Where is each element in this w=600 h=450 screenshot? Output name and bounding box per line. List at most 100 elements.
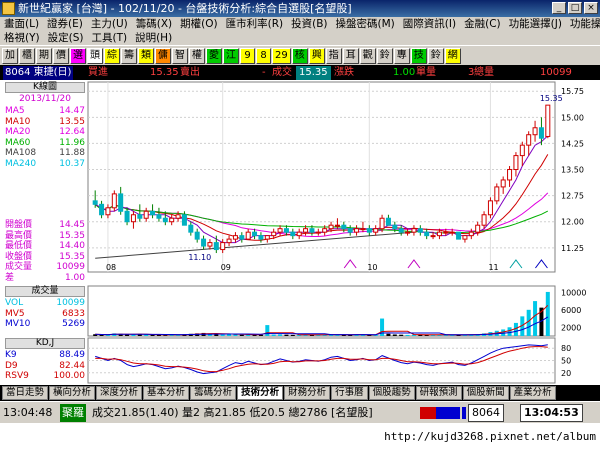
toolbar-button[interactable]: 籌 [121, 47, 137, 64]
candle-body [347, 228, 353, 233]
menu-item[interactable]: 格視(Y) [4, 32, 40, 44]
legend-value: 10099 [56, 262, 85, 272]
candle-body [309, 228, 315, 233]
toolbar-button[interactable]: 鈴 [427, 47, 444, 64]
toolbar-button[interactable]: 智 [172, 47, 188, 64]
toolbar-button[interactable]: 鈴 [376, 47, 393, 64]
legend-name: 開盤價 [5, 220, 33, 230]
volume-bar [392, 334, 397, 336]
menu-item[interactable]: 國際資訊(I) [403, 18, 456, 30]
legend-value: 11.96 [59, 137, 85, 148]
toolbar-button[interactable]: 核 [291, 47, 308, 64]
x-tick-label: 10 [367, 263, 377, 272]
toolbar-button[interactable]: 權 [189, 47, 205, 64]
analysis-tab[interactable]: 財務分析 [284, 386, 331, 400]
toolbar-button[interactable]: 傭 [155, 47, 171, 64]
change-label: 漲跌 [334, 67, 354, 78]
toolbar-button[interactable]: 江 [223, 47, 239, 64]
candle-body [538, 127, 544, 139]
toolbar-button[interactable]: 綜 [104, 47, 120, 64]
candle-body [137, 214, 143, 219]
toolbar-button[interactable]: 櫃 [19, 47, 35, 64]
menu-item[interactable]: 期權(O) [180, 18, 217, 30]
candle-body [283, 228, 289, 233]
sell-price: - [262, 67, 266, 78]
menu-item[interactable]: 功能操作(K) [570, 18, 600, 30]
toolbar-button[interactable]: 技 [410, 47, 427, 64]
kline-date: 2013/11/20 [19, 94, 71, 104]
toolbar-button[interactable]: 29 [272, 47, 291, 64]
toolbar-button[interactable]: 8 [256, 47, 271, 64]
candle-body [379, 217, 385, 230]
candle-body [245, 231, 251, 240]
toolbar-button[interactable]: 網 [444, 47, 461, 64]
legend-name: 差 [5, 272, 15, 283]
window-title: 新世紀贏家 [台灣] - 102/11/20 - 台盤技術分析:綜合自選股[名望… [18, 2, 352, 15]
minimize-icon[interactable]: _ [552, 2, 566, 14]
toolbar-button[interactable]: 加 [2, 47, 18, 64]
volume-bar [533, 301, 538, 336]
analysis-tab[interactable]: 基本分析 [143, 386, 190, 400]
legend-name: MA5 [5, 106, 25, 116]
menu-item[interactable]: 工具(T) [91, 32, 127, 44]
candle-body [545, 104, 551, 137]
status-code-input[interactable]: 8064 [468, 404, 504, 422]
toolbar-button[interactable]: 指 [325, 47, 342, 64]
menu-item[interactable]: 投資(B) [291, 18, 327, 30]
menu-item[interactable]: 操盤密碼(M) [336, 18, 395, 30]
toolbar-button[interactable]: 頭 [87, 47, 103, 64]
toolbar-button[interactable]: 耳 [342, 47, 359, 64]
analysis-tab[interactable]: 個股新聞 [462, 386, 509, 400]
toolbar-button[interactable]: 9 [240, 47, 255, 64]
legend-name: MV5 [5, 308, 25, 319]
candle-body [111, 193, 117, 209]
legend-value: 14.47 [59, 106, 85, 116]
analysis-tab[interactable]: 產業分析 [509, 386, 556, 400]
stock-code-name[interactable]: 8064 東捷(日) [3, 66, 74, 80]
menu-item[interactable]: 證券(E) [47, 18, 83, 30]
analysis-tab[interactable]: 技術分析 [237, 386, 284, 400]
menu-item[interactable]: 設定(S) [48, 32, 84, 44]
analysis-tab[interactable]: 當日走勢 [2, 386, 49, 400]
analysis-tab[interactable]: 個股趨勢 [368, 386, 415, 400]
candle-body [207, 242, 213, 247]
analysis-tab[interactable]: 研報預測 [415, 386, 462, 400]
menu-item[interactable]: 籌碼(X) [136, 18, 172, 30]
volume-panel-title: 成交量 [5, 286, 85, 297]
candle-body [360, 228, 366, 231]
toolbar-button[interactable]: 類 [138, 47, 154, 64]
maximize-icon[interactable]: □ [568, 2, 582, 14]
candle-body [271, 231, 277, 237]
legend-name: 最低價 [5, 241, 33, 251]
candle-body [188, 224, 194, 233]
menu-item[interactable]: 匯市利率(R) [226, 18, 284, 30]
toolbar-button[interactable]: 期 [36, 47, 52, 64]
chart-svg[interactable]: 15.75 15.00 14.25 13.50 12.75 12.00 11.25 08 09 1… [0, 80, 600, 385]
legend-row: MA60 11.96 [5, 138, 85, 149]
chart-area[interactable]: 15.75 15.00 14.25 13.50 12.75 12.00 11.25 08 09 1… [0, 80, 600, 385]
toolbar-button[interactable]: 價 [53, 47, 69, 64]
menu-item[interactable]: 主力(U) [91, 18, 128, 30]
watermark: http://kujd3268.pixnet.net/album [0, 423, 600, 450]
close-icon[interactable]: × [584, 2, 598, 14]
toolbar-button[interactable]: 興 [308, 47, 325, 64]
toolbar-button[interactable]: 愛 [206, 47, 222, 64]
volume-bar [227, 334, 232, 336]
price-stats: 開盤價 14.45 最高價 15.35 最低價 14.40 收盤價 15.35 成交量 10099… [5, 220, 85, 283]
menu-item[interactable]: 畫面(L) [4, 18, 39, 30]
menu-item[interactable]: 金融(C) [464, 18, 501, 30]
toolbar-button[interactable]: 專 [393, 47, 410, 64]
toolbar-button[interactable]: 觀 [359, 47, 376, 64]
legend-value: 82.44 [59, 360, 85, 371]
analysis-tab[interactable]: 深度分析 [96, 386, 143, 400]
analysis-tab[interactable]: 籌碼分析 [190, 386, 237, 400]
x-tick-label: 09 [221, 263, 231, 272]
analysis-tab[interactable]: 行事曆 [331, 386, 368, 400]
price-tick-label: 15.00 [561, 113, 584, 122]
menu-item[interactable]: 功能選擇(J) [509, 18, 562, 30]
analysis-tab[interactable]: 橫向分析 [49, 386, 96, 400]
total-label: 總量 [474, 67, 494, 78]
candle-body [341, 224, 347, 230]
menu-item[interactable]: 說明(H) [135, 32, 172, 44]
toolbar-button[interactable]: 選 [70, 47, 86, 64]
